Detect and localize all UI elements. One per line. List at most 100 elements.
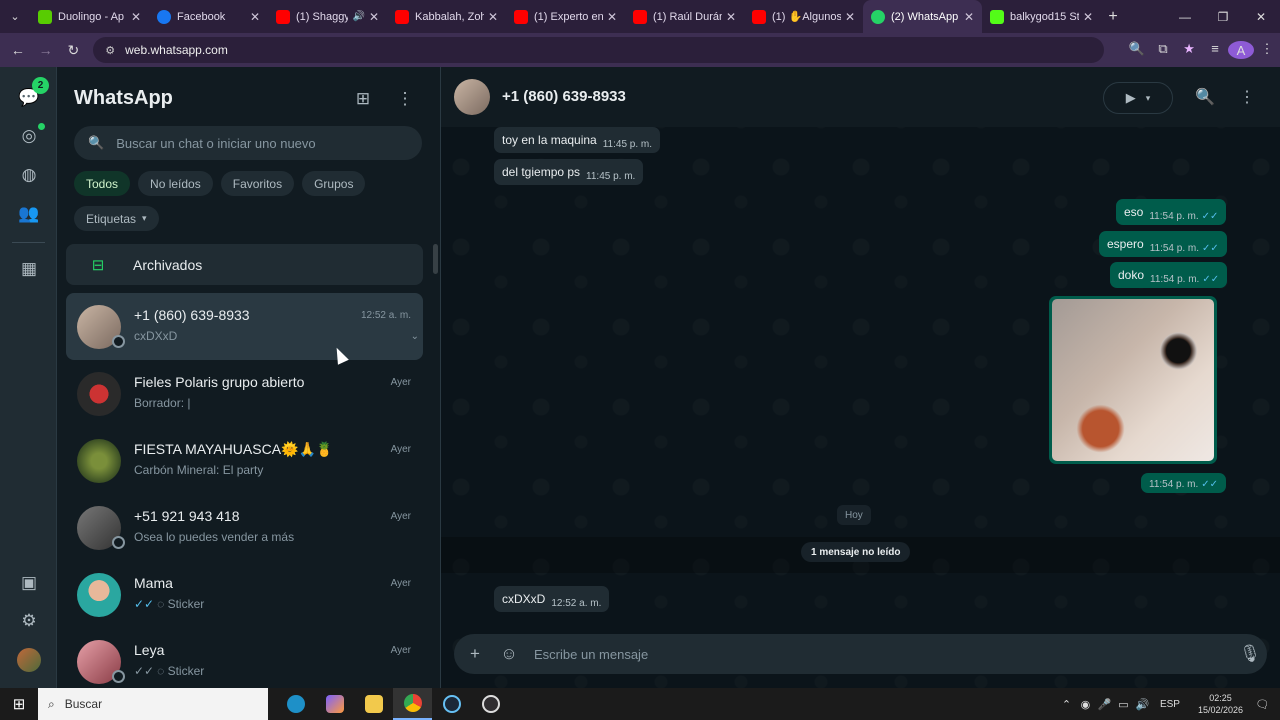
search-input[interactable]: 🔍 Buscar un chat o iniciar uno nuevo	[74, 126, 422, 160]
filter-unread[interactable]: No leídos	[138, 171, 213, 196]
emoji-icon[interactable]: ☺	[492, 644, 526, 664]
minimize-icon[interactable]: —	[1166, 0, 1204, 33]
close-icon[interactable]: ✕	[488, 10, 498, 24]
profile-icon[interactable]: A	[1228, 41, 1255, 59]
install-app-icon[interactable]: ⧉	[1150, 41, 1176, 59]
taskbar-chrome[interactable]	[393, 688, 432, 720]
forward-icon[interactable]: →	[32, 42, 60, 58]
close-icon[interactable]: ✕	[964, 10, 974, 24]
speaker-icon[interactable]: 🔊	[352, 11, 364, 22]
zoom-icon[interactable]: 🔍	[1124, 41, 1150, 59]
chevron-up-icon[interactable]: ⌃	[1057, 698, 1076, 711]
sidebar-scrollbar[interactable]	[433, 244, 438, 274]
close-icon[interactable]: ✕	[607, 10, 617, 24]
channels-icon[interactable]: ◍	[17, 163, 41, 187]
back-icon[interactable]: ←	[4, 42, 32, 58]
chat-item[interactable]: Leya Ayer ✓✓ ◌ Sticker	[66, 628, 423, 695]
taskbar-explorer[interactable]	[354, 688, 393, 720]
new-chat-icon[interactable]: ⊞	[351, 87, 375, 111]
bookmark-star-icon[interactable]: ★	[1176, 41, 1202, 59]
store-icon[interactable]: ▦	[17, 257, 41, 281]
browser-tab-duolingo[interactable]: Duolingo - Ap ✕	[30, 0, 149, 33]
message-bubble-incoming[interactable]: toy en la maquina 11:45 p. m.	[494, 127, 661, 153]
conversation-header[interactable]: +1 (860) 639-8933 ▶ ▾ 🔍 ⋮	[441, 67, 1280, 127]
close-icon[interactable]: ✕	[726, 10, 736, 24]
message-bubble-incoming[interactable]: del tgiempo ps 11:45 p. m.	[494, 159, 644, 185]
extensions-icon[interactable]: ≡	[1202, 41, 1228, 59]
taskbar-app[interactable]	[471, 688, 510, 720]
tab-search-icon[interactable]: ⌄	[0, 0, 30, 33]
address-bar[interactable]: ⚙ web.whatsapp.com	[93, 37, 1105, 63]
close-icon[interactable]: ✕	[1083, 10, 1093, 24]
chevron-down-icon[interactable]: ⌄	[411, 331, 419, 342]
windows-start-icon[interactable]: ⊞	[0, 695, 38, 713]
communities-icon[interactable]: 👥	[17, 202, 41, 226]
message-bubble-outgoing[interactable]: eso 11:54 p. m. ✓✓	[1116, 199, 1227, 225]
settings-icon[interactable]: ⚙	[17, 609, 41, 633]
menu-icon[interactable]: ⋮	[393, 87, 417, 111]
rail-divider	[12, 242, 45, 243]
taskbar-steam[interactable]	[432, 688, 471, 720]
microphone-icon[interactable]: 🎤	[1095, 698, 1114, 711]
taskbar-search[interactable]: ⌕ Buscar	[38, 688, 268, 720]
browser-menu-icon[interactable]: ⋮	[1254, 41, 1280, 59]
chat-item[interactable]: FIESTA MAYAHUASCA🌞🙏🍍 Ayer Carbón Mineral…	[66, 427, 423, 494]
message-time: 11:45 p. m.	[586, 171, 636, 182]
search-placeholder: Buscar un chat o iniciar uno nuevo	[116, 135, 316, 151]
folder-icon	[364, 695, 383, 713]
labels-label: Etiquetas	[86, 211, 137, 226]
message-bubble-incoming[interactable]: cxDXxD 12:52 a. m.	[494, 586, 610, 612]
archived-row[interactable]: ⊟ Archivados	[66, 244, 423, 285]
chat-item[interactable]: +1 (860) 639-8933 12:52 a. m. cxDXxD ⌄	[66, 293, 423, 360]
browser-tab-facebook[interactable]: Facebook ✕	[149, 0, 268, 33]
browser-tab-youtube-raul[interactable]: (1) Raúl Durán ✕	[625, 0, 744, 33]
clock[interactable]: 02:25 15/02/2026	[1198, 692, 1243, 716]
chat-item[interactable]: +51 921 943 418 Ayer Osea lo puedes vend…	[66, 494, 423, 561]
filter-favorites[interactable]: Favoritos	[220, 171, 295, 196]
contact-avatar[interactable]	[454, 79, 490, 115]
taskbar-copilot[interactable]	[315, 688, 354, 720]
chat-item[interactable]: Mama Ayer ✓✓ ◌ Sticker	[66, 561, 423, 628]
reload-icon[interactable]: ↻	[60, 42, 88, 59]
message-bubble-outgoing[interactable]: doko 11:54 p. m. ✓✓	[1110, 262, 1228, 288]
close-window-icon[interactable]: ✕	[1242, 0, 1280, 33]
volume-icon[interactable]: 🔊	[1133, 698, 1152, 711]
browser-tab-youtube-kabbalah[interactable]: Kabbalah, Zoh ✕	[387, 0, 506, 33]
attach-plus-icon[interactable]: +	[458, 644, 492, 664]
filter-all[interactable]: Todos	[74, 171, 131, 196]
message-composer[interactable]: + ☺ Escribe un mensaje 🎙	[454, 634, 1267, 674]
message-input[interactable]: Escribe un mensaje	[534, 647, 1233, 662]
browser-tab-kick[interactable]: balkygod15 St ✕	[982, 0, 1101, 33]
video-call-button[interactable]: ▶ ▾	[1103, 82, 1173, 114]
notifications-icon[interactable]: 🗨	[1253, 698, 1272, 711]
chat-time: Ayer	[390, 377, 411, 388]
new-tab-button[interactable]: +	[1101, 8, 1125, 26]
close-icon[interactable]: ✕	[250, 10, 260, 24]
chat-preview: ✓✓ ◌ Sticker	[134, 664, 205, 678]
browser-tab-youtube-experto[interactable]: (1) Experto en ✕	[506, 0, 625, 33]
close-icon[interactable]: ✕	[131, 10, 141, 24]
browser-tab-whatsapp[interactable]: (2) WhatsApp ✕	[863, 0, 982, 33]
browser-tab-youtube-algunos[interactable]: (1) ✋Algunos ✕	[744, 0, 863, 33]
search-icon[interactable]: 🔍	[1193, 85, 1217, 109]
image-message[interactable]	[1049, 296, 1217, 464]
message-bubble-outgoing[interactable]: espero 11:54 p. m. ✓✓	[1099, 231, 1227, 257]
site-info-icon[interactable]: ⚙	[105, 44, 115, 57]
message-photo[interactable]	[1052, 299, 1214, 461]
network-icon[interactable]: ▭	[1114, 698, 1133, 711]
close-icon[interactable]: ✕	[845, 10, 855, 24]
filter-labels[interactable]: Etiquetas ▾	[74, 206, 159, 231]
avatar	[77, 372, 121, 416]
browser-tab-youtube-shaggy[interactable]: (1) Shaggy 🔊 ✕	[268, 0, 387, 33]
media-icon[interactable]: ▣	[17, 571, 41, 595]
close-icon[interactable]: ✕	[369, 10, 379, 24]
restore-icon[interactable]: ❐	[1204, 0, 1242, 33]
filter-groups[interactable]: Grupos	[302, 171, 366, 196]
taskbar-edge[interactable]	[276, 688, 315, 720]
language-indicator[interactable]: ESP	[1160, 699, 1180, 710]
tray-app-icon[interactable]: ◉	[1076, 698, 1095, 711]
microphone-icon[interactable]: 🎙	[1233, 644, 1267, 664]
my-profile-avatar[interactable]	[17, 648, 41, 672]
chat-item[interactable]: Fieles Polaris grupo abierto Ayer Borrad…	[66, 360, 423, 427]
menu-icon[interactable]: ⋮	[1235, 85, 1259, 109]
